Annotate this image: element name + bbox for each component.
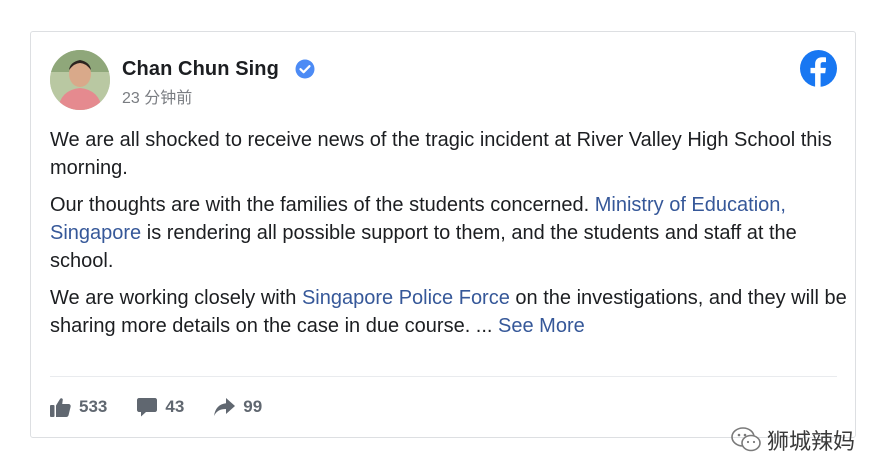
- share-button[interactable]: 99: [214, 397, 262, 417]
- paragraph-text: Our thoughts are with the families of th…: [50, 194, 595, 216]
- facebook-logo-icon[interactable]: [800, 50, 837, 87]
- facebook-post-card: Chan Chun Sing 23 分钟前 We are all shocked…: [30, 31, 856, 438]
- share-arrow-icon: [214, 398, 243, 416]
- verified-badge-icon: [295, 59, 315, 79]
- divider: [50, 376, 837, 377]
- paragraph-text: We are all shocked to receive news of th…: [50, 129, 832, 179]
- post-timestamp[interactable]: 23 分钟前: [122, 84, 192, 108]
- comment-icon: [137, 397, 165, 417]
- post-body: We are all shocked to receive news of th…: [50, 126, 850, 349]
- engagement-bar: 533 43 99: [50, 397, 292, 417]
- wechat-watermark: 狮城辣妈: [731, 424, 855, 456]
- post-paragraph: We are working closely with Singapore Po…: [50, 284, 850, 340]
- wechat-icon: [731, 427, 767, 453]
- paragraph-text: We are working closely with: [50, 287, 302, 309]
- spf-page-link[interactable]: Singapore Police Force: [302, 287, 510, 309]
- see-more-link[interactable]: See More: [498, 315, 585, 337]
- author-name[interactable]: Chan Chun Sing: [122, 58, 279, 81]
- watermark-text: 狮城辣妈: [767, 430, 856, 455]
- like-button[interactable]: 533: [50, 397, 107, 417]
- post-paragraph: We are all shocked to receive news of th…: [50, 126, 850, 182]
- paragraph-text: is rendering all possible support to the…: [50, 222, 797, 272]
- like-count: 533: [79, 397, 108, 416]
- share-count: 99: [243, 397, 263, 416]
- author-avatar[interactable]: [50, 50, 110, 110]
- thumbs-up-icon: [50, 397, 79, 417]
- post-paragraph: Our thoughts are with the families of th…: [50, 191, 850, 275]
- comment-button[interactable]: 43: [137, 397, 184, 417]
- comment-count: 43: [165, 397, 185, 416]
